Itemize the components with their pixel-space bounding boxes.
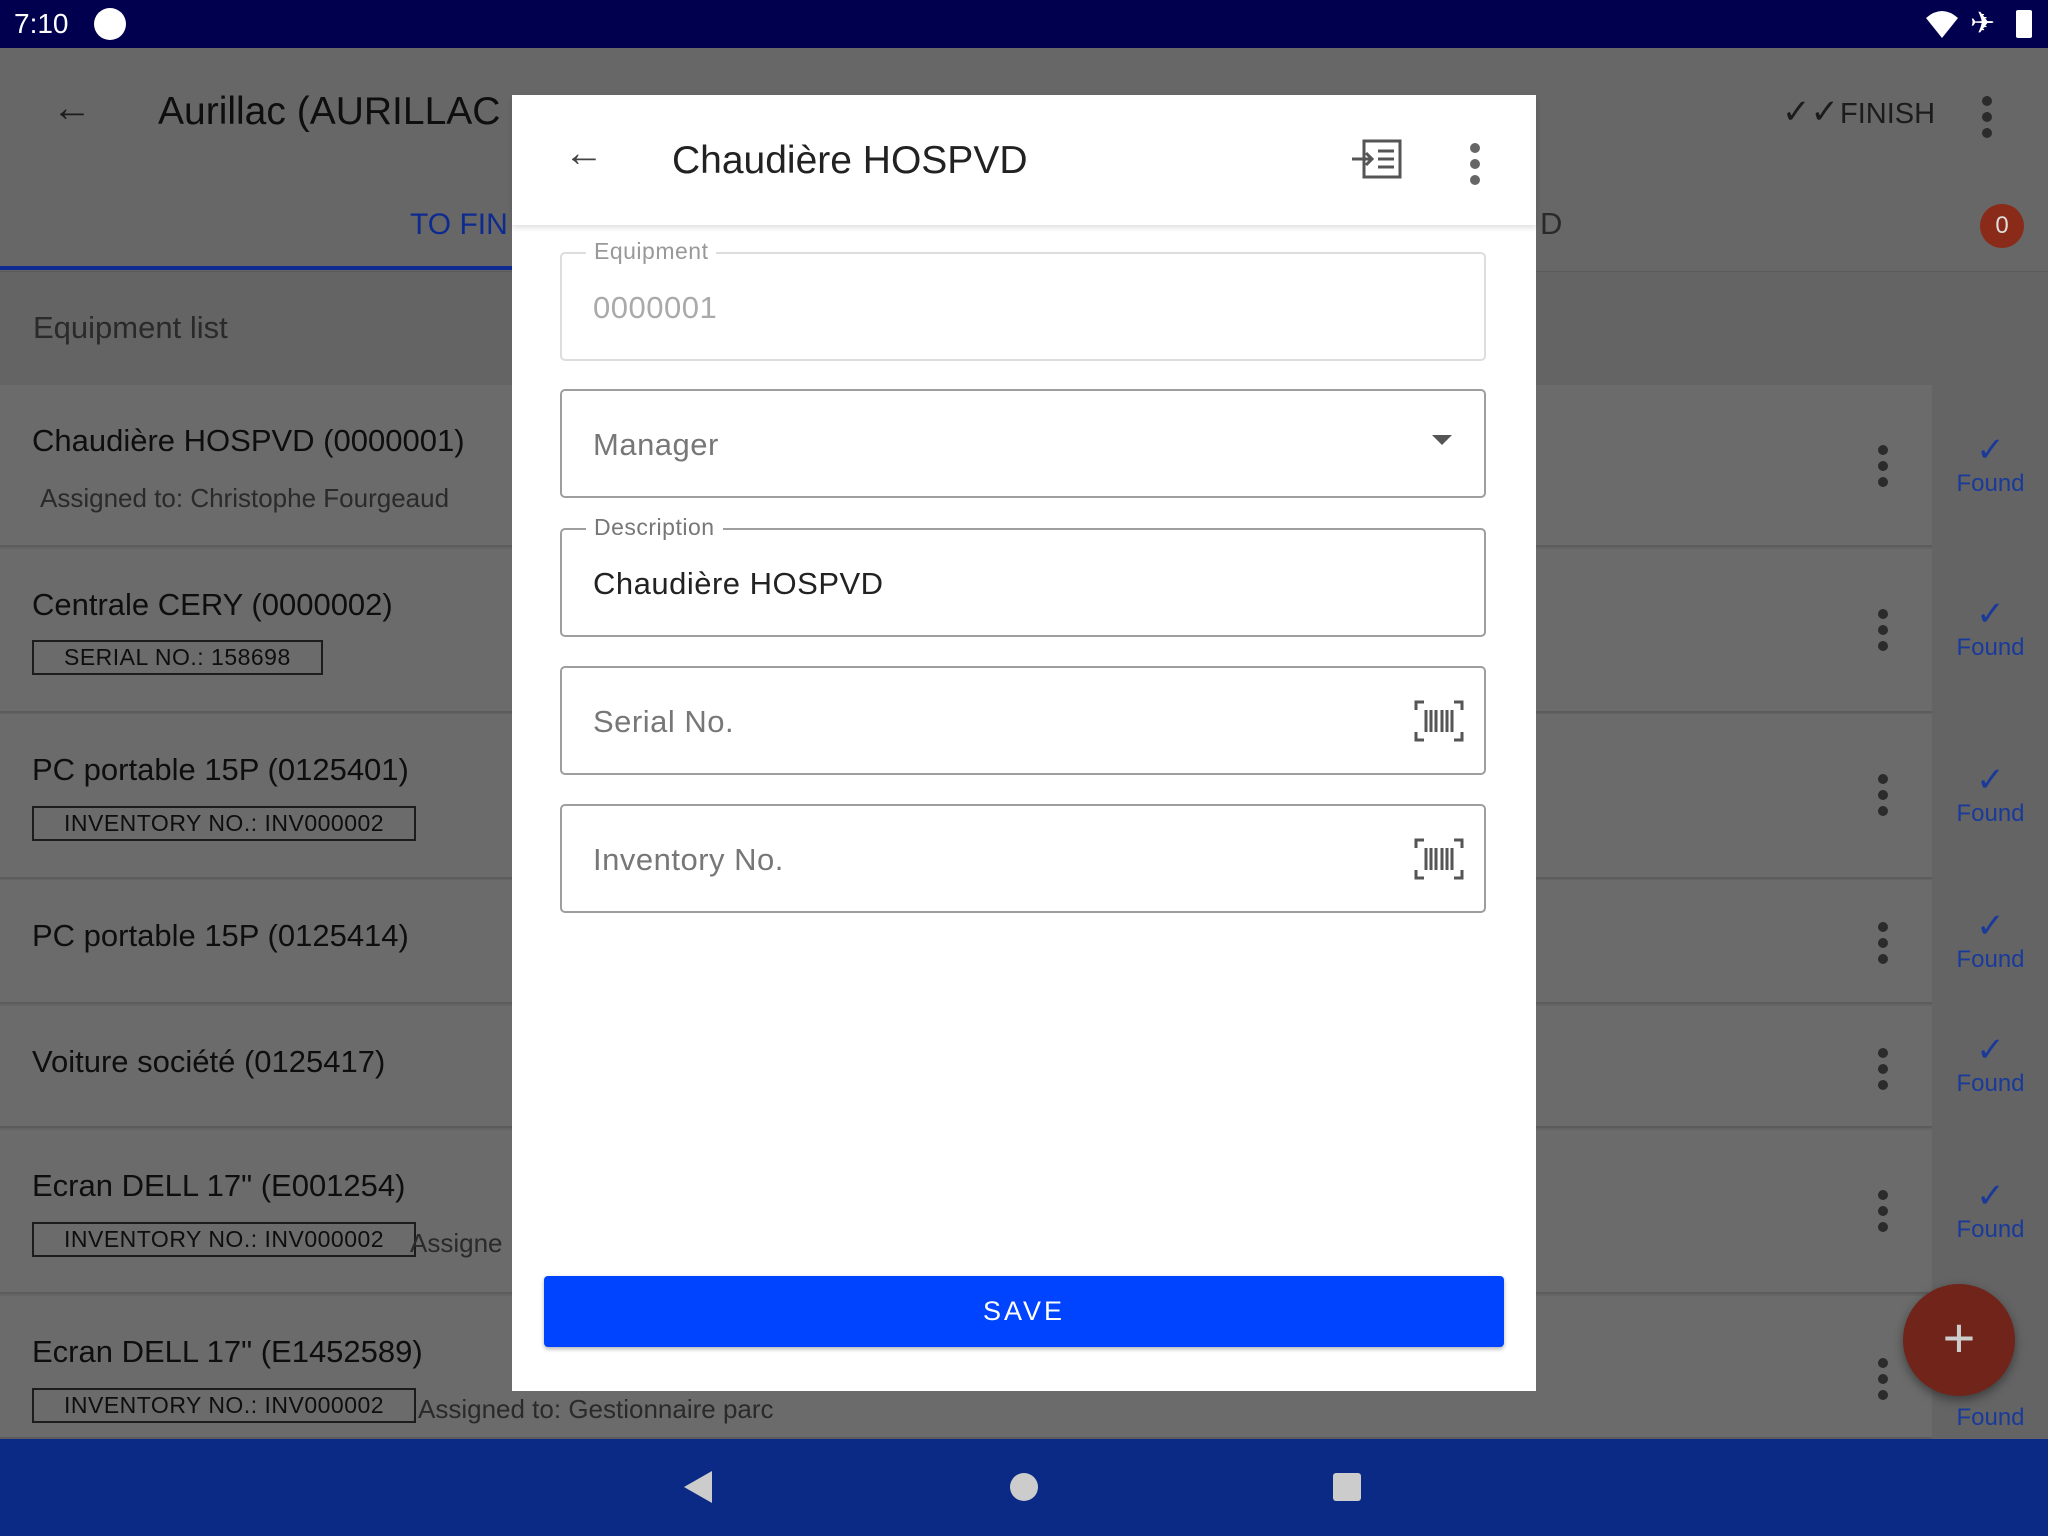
- item-subtitle: Assigne: [410, 1228, 503, 1258]
- page-title: Aurillac (AURILLAC: [158, 90, 501, 133]
- found-button[interactable]: ✓ Found: [1933, 594, 2048, 662]
- found-label: Found: [1956, 1070, 2025, 1097]
- finish-button[interactable]: FINISH: [1840, 98, 1935, 131]
- field-value: 0000001: [593, 290, 718, 325]
- add-fab[interactable]: +: [1903, 1284, 2015, 1396]
- item-title: Voiture société (0125417): [32, 1044, 386, 1079]
- found-button[interactable]: ✓ Found: [1933, 760, 2048, 828]
- save-button[interactable]: SAVE: [544, 1276, 1504, 1347]
- check-icon: ✓: [1976, 761, 2005, 799]
- status-bar: 7:10 ✈: [0, 0, 2048, 48]
- item-menu-icon[interactable]: [1878, 609, 1888, 657]
- airplane-icon: ✈: [1970, 7, 1996, 40]
- found-label: Found: [1956, 800, 2025, 827]
- navigation-bar: [0, 1439, 2048, 1536]
- count-badge: 0: [1980, 204, 2024, 248]
- item-title: Ecran DELL 17" (E001254): [32, 1168, 406, 1203]
- check-icon: ✓: [1976, 595, 2005, 633]
- item-tag: SERIAL NO.: 158698: [32, 640, 323, 675]
- item-subtitle: Assigned to: Gestionnaire parc: [418, 1394, 774, 1424]
- description-input[interactable]: Description Chaudière HOSPVD: [560, 514, 1486, 637]
- item-title: PC portable 15P (0125401): [32, 752, 409, 787]
- clock: 7:10: [14, 8, 69, 39]
- wifi-icon: [1926, 11, 1958, 38]
- dialog-more-icon[interactable]: [1470, 143, 1480, 191]
- field-label: Description: [586, 514, 723, 541]
- tab-to-find[interactable]: TO FIN: [410, 208, 508, 242]
- app-notification-icon: [94, 8, 126, 40]
- field-placeholder: Inventory No.: [593, 842, 784, 877]
- found-button[interactable]: ✓ Found: [1933, 1176, 2048, 1244]
- nav-back-icon[interactable]: [684, 1471, 712, 1503]
- item-tag: INVENTORY NO.: INV000002: [32, 1222, 417, 1257]
- found-label: Found: [1956, 470, 2025, 497]
- more-menu-icon[interactable]: [1982, 96, 1992, 144]
- battery-icon: [2016, 10, 2032, 38]
- list-header: Equipment list: [33, 310, 228, 345]
- nav-home-icon[interactable]: [1010, 1473, 1038, 1501]
- found-label: Found: [1956, 1404, 2025, 1431]
- nav-recents-icon[interactable]: [1333, 1473, 1361, 1501]
- field-label: Equipment: [586, 238, 717, 265]
- item-menu-icon[interactable]: [1878, 1048, 1888, 1096]
- plus-icon: +: [1942, 1306, 1976, 1369]
- edit-equipment-dialog: ← Chaudière HOSPVD Equipment 0000001 Man…: [512, 95, 1536, 1391]
- found-label: Found: [1956, 634, 2025, 661]
- item-tag: INVENTORY NO.: INV000002: [32, 806, 417, 841]
- item-title: PC portable 15P (0125414): [32, 918, 409, 953]
- item-tag: INVENTORY NO.: INV000002: [32, 1388, 417, 1423]
- item-menu-icon[interactable]: [1878, 1358, 1888, 1406]
- found-button[interactable]: Found: [1933, 1404, 2048, 1432]
- item-title: Centrale CERY (0000002): [32, 587, 393, 622]
- item-menu-icon[interactable]: [1878, 922, 1888, 970]
- found-label: Found: [1956, 1216, 2025, 1243]
- item-menu-icon[interactable]: [1878, 774, 1888, 822]
- barcode-scan-icon[interactable]: [1414, 838, 1464, 880]
- tab-indicator: [0, 266, 512, 270]
- field-placeholder: Manager: [593, 427, 719, 462]
- dialog-header: ← Chaudière HOSPVD: [512, 95, 1536, 225]
- check-icon: ✓: [1976, 1031, 2005, 1069]
- item-title: Chaudière HOSPVD (0000001): [32, 423, 465, 458]
- inventory-no-input[interactable]: Inventory No.: [560, 804, 1486, 913]
- tab-found[interactable]: D: [1540, 206, 1562, 242]
- barcode-scan-icon[interactable]: [1414, 700, 1464, 742]
- back-icon[interactable]: ←: [52, 86, 92, 131]
- item-subtitle: Assigned to: Christophe Fourgeaud: [40, 483, 450, 513]
- field-placeholder: Serial No.: [593, 704, 735, 739]
- dialog-title: Chaudière HOSPVD: [672, 139, 1028, 182]
- check-icon: ✓: [1976, 907, 2005, 945]
- item-menu-icon[interactable]: [1878, 445, 1888, 493]
- found-button[interactable]: ✓ Found: [1933, 906, 2048, 974]
- manager-select[interactable]: Manager: [560, 389, 1486, 498]
- found-button[interactable]: ✓ Found: [1933, 430, 2048, 498]
- dropdown-arrow-icon: [1432, 435, 1452, 445]
- found-button[interactable]: ✓ Found: [1933, 1030, 2048, 1098]
- check-icon: ✓: [1976, 431, 2005, 469]
- check-icon: ✓: [1976, 1177, 2005, 1215]
- dialog-back-icon[interactable]: ←: [564, 131, 604, 176]
- found-label: Found: [1956, 946, 2025, 973]
- done-all-icon: ✓✓: [1782, 93, 1839, 131]
- serial-no-input[interactable]: Serial No.: [560, 666, 1486, 775]
- import-list-icon[interactable]: [1352, 139, 1402, 179]
- equipment-field: Equipment 0000001: [560, 238, 1486, 361]
- item-menu-icon[interactable]: [1878, 1190, 1888, 1238]
- field-value: Chaudière HOSPVD: [593, 566, 884, 601]
- item-title: Ecran DELL 17" (E1452589): [32, 1334, 423, 1369]
